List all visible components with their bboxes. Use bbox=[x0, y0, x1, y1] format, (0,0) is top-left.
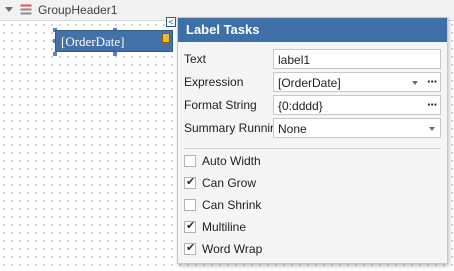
check-mark-icon: ✔ bbox=[186, 176, 196, 188]
resize-handle[interactable] bbox=[113, 52, 117, 56]
format-string-label: Format String bbox=[184, 98, 257, 112]
auto-width-label: Auto Width bbox=[202, 154, 261, 168]
panel-title: Label Tasks bbox=[186, 22, 260, 37]
format-string-ellipsis-button[interactable]: ··· bbox=[427, 97, 438, 112]
checkbox-box[interactable] bbox=[184, 155, 196, 167]
check-mark-icon: ✔ bbox=[186, 242, 196, 254]
summary-running-value: None bbox=[278, 122, 307, 136]
format-string-field[interactable]: {0:dddd} ··· bbox=[273, 95, 441, 115]
dropdown-arrow-icon[interactable] bbox=[429, 127, 435, 131]
panel-header: Label Tasks bbox=[178, 18, 447, 42]
collapse-caret-icon[interactable] bbox=[5, 7, 13, 12]
can-shrink-label: Can Shrink bbox=[202, 198, 262, 212]
can-grow-label: Can Grow bbox=[202, 176, 257, 190]
resize-handle[interactable] bbox=[53, 52, 57, 56]
checkbox-box[interactable]: ✔ bbox=[184, 220, 196, 233]
expression-field-value: [OrderDate] bbox=[278, 76, 341, 90]
summary-running-select[interactable]: None bbox=[273, 118, 441, 138]
label-control-text: [OrderDate] bbox=[61, 34, 125, 49]
expression-field[interactable]: [OrderDate] ··· bbox=[273, 72, 441, 92]
smart-tag-button[interactable]: < bbox=[166, 17, 176, 27]
expression-ellipsis-button[interactable]: ··· bbox=[427, 74, 438, 89]
multiline-label: Multiline bbox=[202, 220, 247, 234]
format-string-value: {0:dddd} bbox=[278, 99, 323, 113]
text-label: Text bbox=[184, 52, 207, 66]
check-mark-icon: ✔ bbox=[186, 220, 196, 232]
binding-tag-icon bbox=[162, 33, 170, 43]
separator bbox=[184, 148, 441, 149]
label-control[interactable]: [OrderDate] bbox=[55, 30, 173, 52]
summary-running-label: Summary Running bbox=[184, 121, 284, 135]
band-title: GroupHeader1 bbox=[38, 3, 118, 17]
text-field-value: label1 bbox=[278, 53, 311, 67]
checkbox-box[interactable] bbox=[184, 199, 196, 211]
text-field[interactable]: label1 bbox=[273, 49, 441, 69]
word-wrap-label: Word Wrap bbox=[202, 242, 263, 256]
label-tasks-panel: Label Tasks Text label1 Expression [Orde… bbox=[177, 17, 448, 264]
checkbox-box[interactable]: ✔ bbox=[184, 242, 196, 255]
checkbox-box[interactable]: ✔ bbox=[184, 176, 196, 189]
expression-label: Expression bbox=[184, 75, 244, 89]
band-icon bbox=[20, 4, 32, 15]
dropdown-arrow-icon[interactable] bbox=[412, 81, 418, 85]
